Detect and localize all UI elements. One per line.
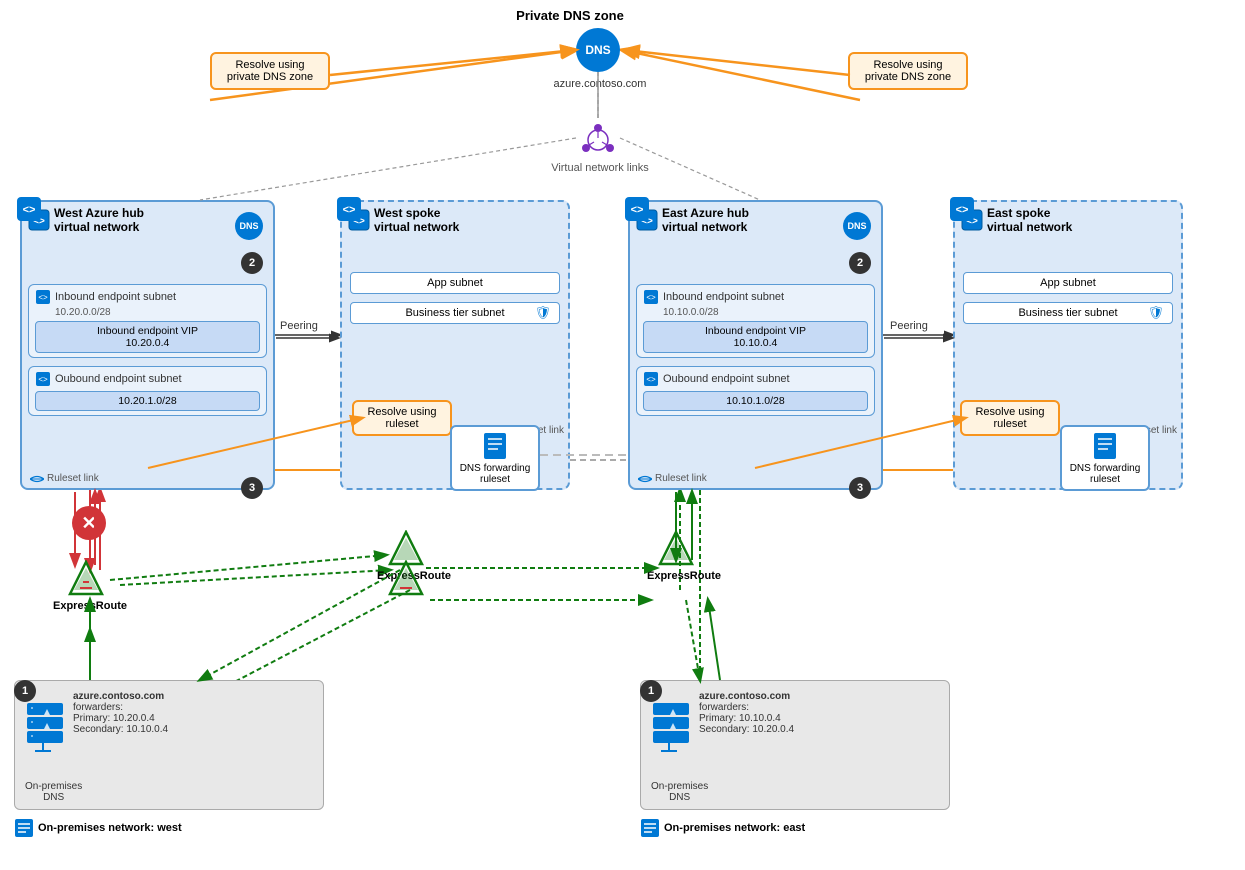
east-spoke-shield-icon: 🛡 [1147, 305, 1164, 321]
onprem-east-text: azure.contoso.com forwarders: Primary: 1… [699, 691, 794, 735]
vnet-links-icon [576, 118, 620, 165]
center-er2-icon [388, 560, 424, 599]
east-hub-outbound-ip: 10.10.1.0/28 [643, 391, 868, 411]
diagram: Private DNS zone DNS azure.contoso.com R… [0, 0, 1245, 870]
west-hub-dns-badge: DNS [235, 212, 263, 240]
onprem-east-badge-1: 1 [640, 680, 662, 702]
svg-text:<>: <> [23, 204, 36, 216]
east-dns-ruleset-label: DNS forwarding ruleset [1068, 463, 1142, 485]
onprem-east-dns-label: On-premises DNS [651, 781, 708, 803]
onprem-east-network: On-premises network: east [640, 818, 805, 838]
east-hub-inbound-subnet: <> Inbound endpoint subnet 10.10.0.0/28 … [636, 284, 875, 358]
svg-text:<>: <> [646, 293, 656, 302]
east-hub-vnet: <> East Azure hub virtual network DNS 2 … [628, 200, 883, 490]
west-spoke-title: West spoke virtual network [374, 206, 459, 234]
west-peering-label: Peering [280, 320, 318, 332]
east-hub-badge-3: 3 [849, 477, 871, 499]
dns-domain-label: azure.contoso.com [530, 78, 670, 90]
onprem-west-box: azure.contoso.com forwarders: Primary: 1… [14, 680, 324, 810]
west-spoke-app-subnet: App subnet [350, 272, 560, 294]
west-dns-ruleset-icon [480, 431, 510, 461]
west-hub-badge-3: 3 [241, 477, 263, 499]
onprem-west-network-label: On-premises network: west [38, 822, 182, 834]
east-hub-dns-badge: DNS [843, 212, 871, 240]
east-spoke-title: East spoke virtual network [987, 206, 1072, 234]
east-resolve-ruleset-box: Resolve using ruleset [960, 400, 1060, 436]
svg-text:<>: <> [956, 204, 969, 216]
west-spoke-shield-icon: 🛡 [534, 305, 551, 321]
svg-text:<>: <> [343, 204, 356, 216]
west-spoke-business-subnet: Business tier subnet 🛡 [350, 302, 560, 324]
west-hub-ruleset-link: Ruleset link [30, 473, 99, 484]
onprem-west-network: On-premises network: west [14, 818, 182, 838]
west-hub-er-label: ExpressRoute [50, 600, 130, 612]
west-hub-inbound-vip: Inbound endpoint VIP 10.20.0.4 [35, 321, 260, 353]
resolve-private-left-box: Resolve using private DNS zone [210, 52, 330, 90]
resolve-private-left-label: Resolve using private DNS zone [227, 59, 313, 83]
east-hub-er-label: ExpressRoute [644, 570, 724, 582]
resolve-private-right-box: Resolve using private DNS zone [848, 52, 968, 90]
onprem-west-badge-1: 1 [14, 680, 36, 702]
vnet-links-label: Virtual network links [545, 162, 655, 174]
west-resolve-ruleset-box: Resolve using ruleset [352, 400, 452, 436]
west-hub-badge-2: 2 [241, 252, 263, 274]
west-dns-ruleset-label: DNS forwarding ruleset [458, 463, 532, 485]
blocked-icon: ✕ [72, 506, 106, 540]
west-hub-outbound-ip: 10.20.1.0/28 [35, 391, 260, 411]
west-hub-inbound-subnet: <> Inbound endpoint subnet 10.20.0.0/28 … [28, 284, 267, 358]
east-spoke-business-subnet: Business tier subnet 🛡 [963, 302, 1173, 324]
east-spoke-app-subnet: App subnet [963, 272, 1173, 294]
east-hub-title: East Azure hub virtual network [662, 206, 749, 234]
east-peering-label: Peering [890, 320, 928, 332]
west-hub-inbound-ip: 10.20.0.0/28 [55, 307, 260, 318]
east-hub-inbound-vip: Inbound endpoint VIP 10.10.0.4 [643, 321, 868, 353]
west-hub-outbound-subnet: <> Oubound endpoint subnet 10.20.1.0/28 [28, 366, 267, 416]
east-hub-er-icon [658, 530, 694, 569]
dns-icon: DNS [576, 28, 620, 72]
east-hub-ruleset-link: Ruleset link [638, 473, 707, 484]
east-hub-outer-icon: <> [624, 196, 650, 225]
west-hub-vnet-outer-icon: <> [16, 196, 42, 225]
west-hub-title: West Azure hub virtual network [54, 206, 144, 234]
resolve-private-right-label: Resolve using private DNS zone [865, 59, 951, 83]
east-hub-badge-2: 2 [849, 252, 871, 274]
west-resolve-ruleset-label: Resolve using ruleset [367, 406, 436, 430]
subnet-icon: <> [35, 289, 51, 305]
east-hub-outbound-subnet: <> Oubound endpoint subnet 10.10.1.0/28 [636, 366, 875, 416]
onprem-west-dns-label: On-premises DNS [25, 781, 82, 803]
svg-text:<>: <> [631, 204, 644, 216]
east-hub-inbound-ip: 10.10.0.0/28 [663, 307, 868, 318]
svg-text:<>: <> [38, 293, 48, 302]
dns-circle-icon: DNS [576, 28, 620, 72]
east-spoke-outer-icon: <> [949, 196, 975, 225]
svg-text:<>: <> [38, 375, 48, 384]
west-hub-vnet: <> West Azure hub virtual network DNS 2 … [20, 200, 275, 490]
west-hub-er-icon [68, 560, 104, 599]
onprem-west-text: azure.contoso.com forwarders: Primary: 1… [73, 691, 168, 735]
west-dns-ruleset-box: DNS forwarding ruleset [450, 425, 540, 491]
svg-text:<>: <> [646, 375, 656, 384]
east-resolve-ruleset-label: Resolve using ruleset [975, 406, 1044, 430]
west-spoke-outer-icon: <> [336, 196, 362, 225]
onprem-west-server-icon [25, 701, 65, 759]
onprem-east-server-icon [651, 701, 691, 759]
onprem-east-box: azure.contoso.com forwarders: Primary: 1… [640, 680, 950, 810]
outbound-subnet-icon: <> [35, 371, 51, 387]
east-dns-ruleset-box: DNS forwarding ruleset [1060, 425, 1150, 491]
onprem-east-network-label: On-premises network: east [664, 822, 805, 834]
private-dns-zone-label: Private DNS zone [480, 8, 660, 23]
east-dns-ruleset-icon [1090, 431, 1120, 461]
